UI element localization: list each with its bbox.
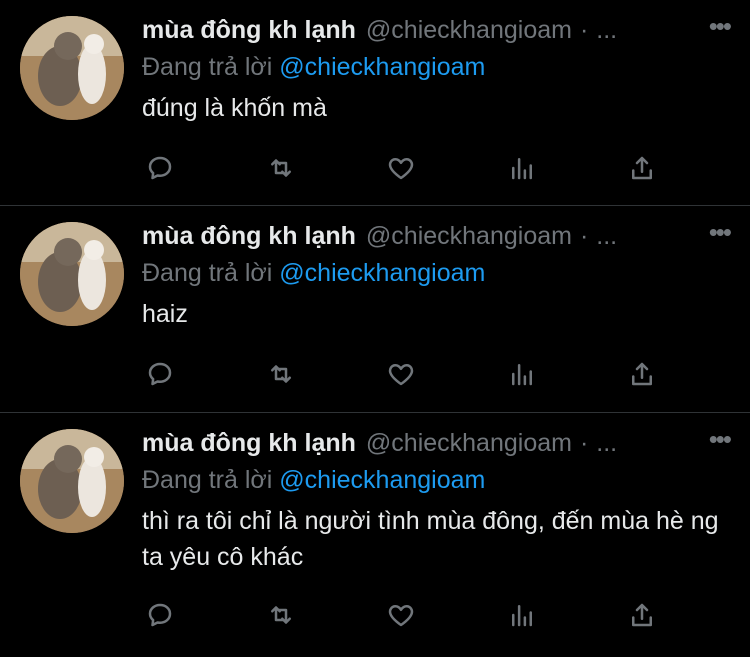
reply-icon[interactable]: [142, 597, 178, 633]
user-handle[interactable]: @chieckhangioam: [366, 16, 572, 45]
display-name[interactable]: mùa đông kh lạnh: [142, 16, 356, 45]
replying-to: Đang trả lời @chieckhangioam: [142, 50, 730, 84]
more-options-icon[interactable]: •••: [696, 426, 732, 459]
separator-dot: ·: [579, 222, 589, 250]
tweet-header: mùa đông kh lạnh @chieckhangioam · ...: [142, 429, 730, 463]
avatar[interactable]: [20, 429, 124, 533]
cat-photo-icon: [20, 16, 124, 120]
like-icon[interactable]: [383, 597, 419, 633]
analytics-icon[interactable]: [504, 356, 540, 392]
replying-to: Đang trả lời @chieckhangioam: [142, 463, 730, 497]
user-handle[interactable]: @chieckhangioam: [366, 222, 572, 251]
replying-to-label: Đang trả lời: [142, 53, 273, 81]
tweet-actions: [142, 150, 660, 186]
reply-icon[interactable]: [142, 150, 178, 186]
analytics-icon[interactable]: [504, 150, 540, 186]
avatar[interactable]: [20, 222, 124, 326]
tweet-header: mùa đông kh lạnh @chieckhangioam · ...: [142, 16, 730, 50]
share-icon[interactable]: [624, 597, 660, 633]
retweet-icon[interactable]: [263, 356, 299, 392]
tweet-actions: [142, 597, 660, 633]
tweet[interactable]: mùa đông kh lạnh @chieckhangioam · ... •…: [0, 206, 750, 413]
truncation-ellipsis: ...: [596, 222, 618, 250]
tweet-text: đúng là khốn mà: [142, 94, 327, 122]
cat-photo-icon: [20, 429, 124, 533]
replying-to-label: Đang trả lời: [142, 259, 273, 287]
tweet-text: thì ra tôi chỉ là người tình mùa đông, đ…: [142, 507, 719, 571]
user-handle[interactable]: @chieckhangioam: [366, 429, 572, 458]
analytics-icon[interactable]: [504, 597, 540, 633]
truncation-ellipsis: ...: [596, 429, 618, 457]
tweet-text: haiz: [142, 300, 188, 328]
retweet-icon[interactable]: [263, 150, 299, 186]
truncation-ellipsis: ...: [596, 16, 618, 44]
mention-link[interactable]: @chieckhangioam: [279, 466, 485, 494]
separator-dot: ·: [579, 429, 589, 457]
mention-link[interactable]: @chieckhangioam: [279, 259, 485, 287]
like-icon[interactable]: [383, 356, 419, 392]
share-icon[interactable]: [624, 150, 660, 186]
cat-photo-icon: [20, 222, 124, 326]
more-options-icon[interactable]: •••: [696, 219, 732, 252]
replying-to: Đang trả lời @chieckhangioam: [142, 256, 730, 290]
more-options-icon[interactable]: •••: [696, 13, 732, 46]
retweet-icon[interactable]: [263, 597, 299, 633]
tweet-actions: [142, 356, 660, 392]
replying-to-label: Đang trả lời: [142, 466, 273, 494]
tweet[interactable]: mùa đông kh lạnh @chieckhangioam · ... •…: [0, 413, 750, 657]
mention-link[interactable]: @chieckhangioam: [279, 53, 485, 81]
tweet[interactable]: mùa đông kh lạnh @chieckhangioam · ... •…: [0, 0, 750, 206]
share-icon[interactable]: [624, 356, 660, 392]
reply-icon[interactable]: [142, 356, 178, 392]
tweet-header: mùa đông kh lạnh @chieckhangioam · ...: [142, 222, 730, 256]
display-name[interactable]: mùa đông kh lạnh: [142, 222, 356, 251]
separator-dot: ·: [579, 16, 589, 44]
avatar[interactable]: [20, 16, 124, 120]
display-name[interactable]: mùa đông kh lạnh: [142, 429, 356, 458]
like-icon[interactable]: [383, 150, 419, 186]
